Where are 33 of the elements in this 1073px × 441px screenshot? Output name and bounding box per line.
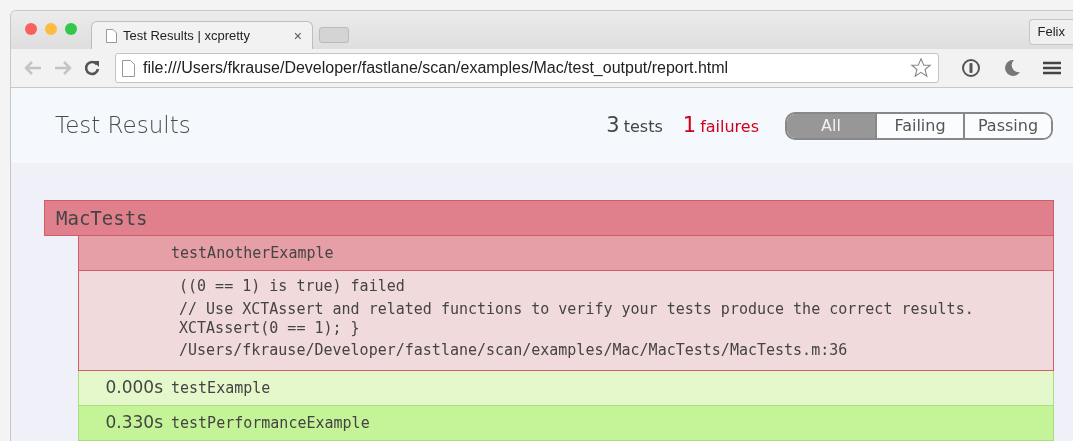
suite-name: MacTests (56, 205, 148, 231)
star-icon[interactable] (910, 57, 932, 80)
test-duration: 0.000s (104, 376, 164, 400)
test-name: testPerformanceExample (171, 412, 370, 434)
test-duration: 0.330s (104, 411, 164, 435)
tests-label: tests (623, 115, 663, 138)
code-snippet: // Use XCTAssert and related functions to verify your tests produce the correct results. XCTAssert(0 == 1); } (179, 299, 975, 338)
test-name: testAnotherExample (171, 242, 334, 264)
test-row[interactable]: 0.330s testPerformanceExample (78, 406, 1054, 441)
page-icon (106, 29, 117, 43)
test-row[interactable]: testAnotherExample (78, 236, 1054, 271)
close-tab-button[interactable]: × (293, 29, 302, 43)
browser-tab[interactable]: Test Results | xcpretty × (91, 21, 313, 50)
test-name: testExample (171, 377, 271, 399)
minimize-button[interactable] (45, 23, 57, 36)
new-tab-button[interactable] (319, 27, 349, 44)
close-button[interactable] (25, 23, 37, 36)
filter-tab[interactable]: Passing (963, 113, 1051, 138)
failures-label: failures (700, 115, 759, 138)
test-row[interactable]: 0.000s testExample (78, 371, 1054, 406)
failure-reason: ((0 == 1) is true) failed (179, 277, 406, 296)
address-text: file:///Users/fkrause/Developer/fastlane/scan/examples/Mac/test_output/report.html (143, 58, 730, 79)
zoom-button[interactable] (65, 23, 77, 36)
failures-count: 1 (682, 111, 697, 139)
profile-button[interactable]: Felix (1028, 19, 1073, 46)
address-bar[interactable]: file:///Users/fkrause/Developer/fastlane/scan/examples/Mac/test_output/report.html (115, 53, 939, 84)
tab-title: Test Results | xcpretty (123, 27, 251, 46)
tests-count: 3 (606, 111, 620, 139)
suite-header[interactable]: MacTests (44, 200, 1054, 236)
filter-tab[interactable]: Failing (875, 113, 963, 138)
page-icon (122, 59, 135, 77)
page-title: Test Results (55, 111, 191, 140)
failure-location: /Users/fkrause/Developer/fastlane/scan/examples/Mac/MacTests/MacTests.m:36 (179, 341, 849, 360)
